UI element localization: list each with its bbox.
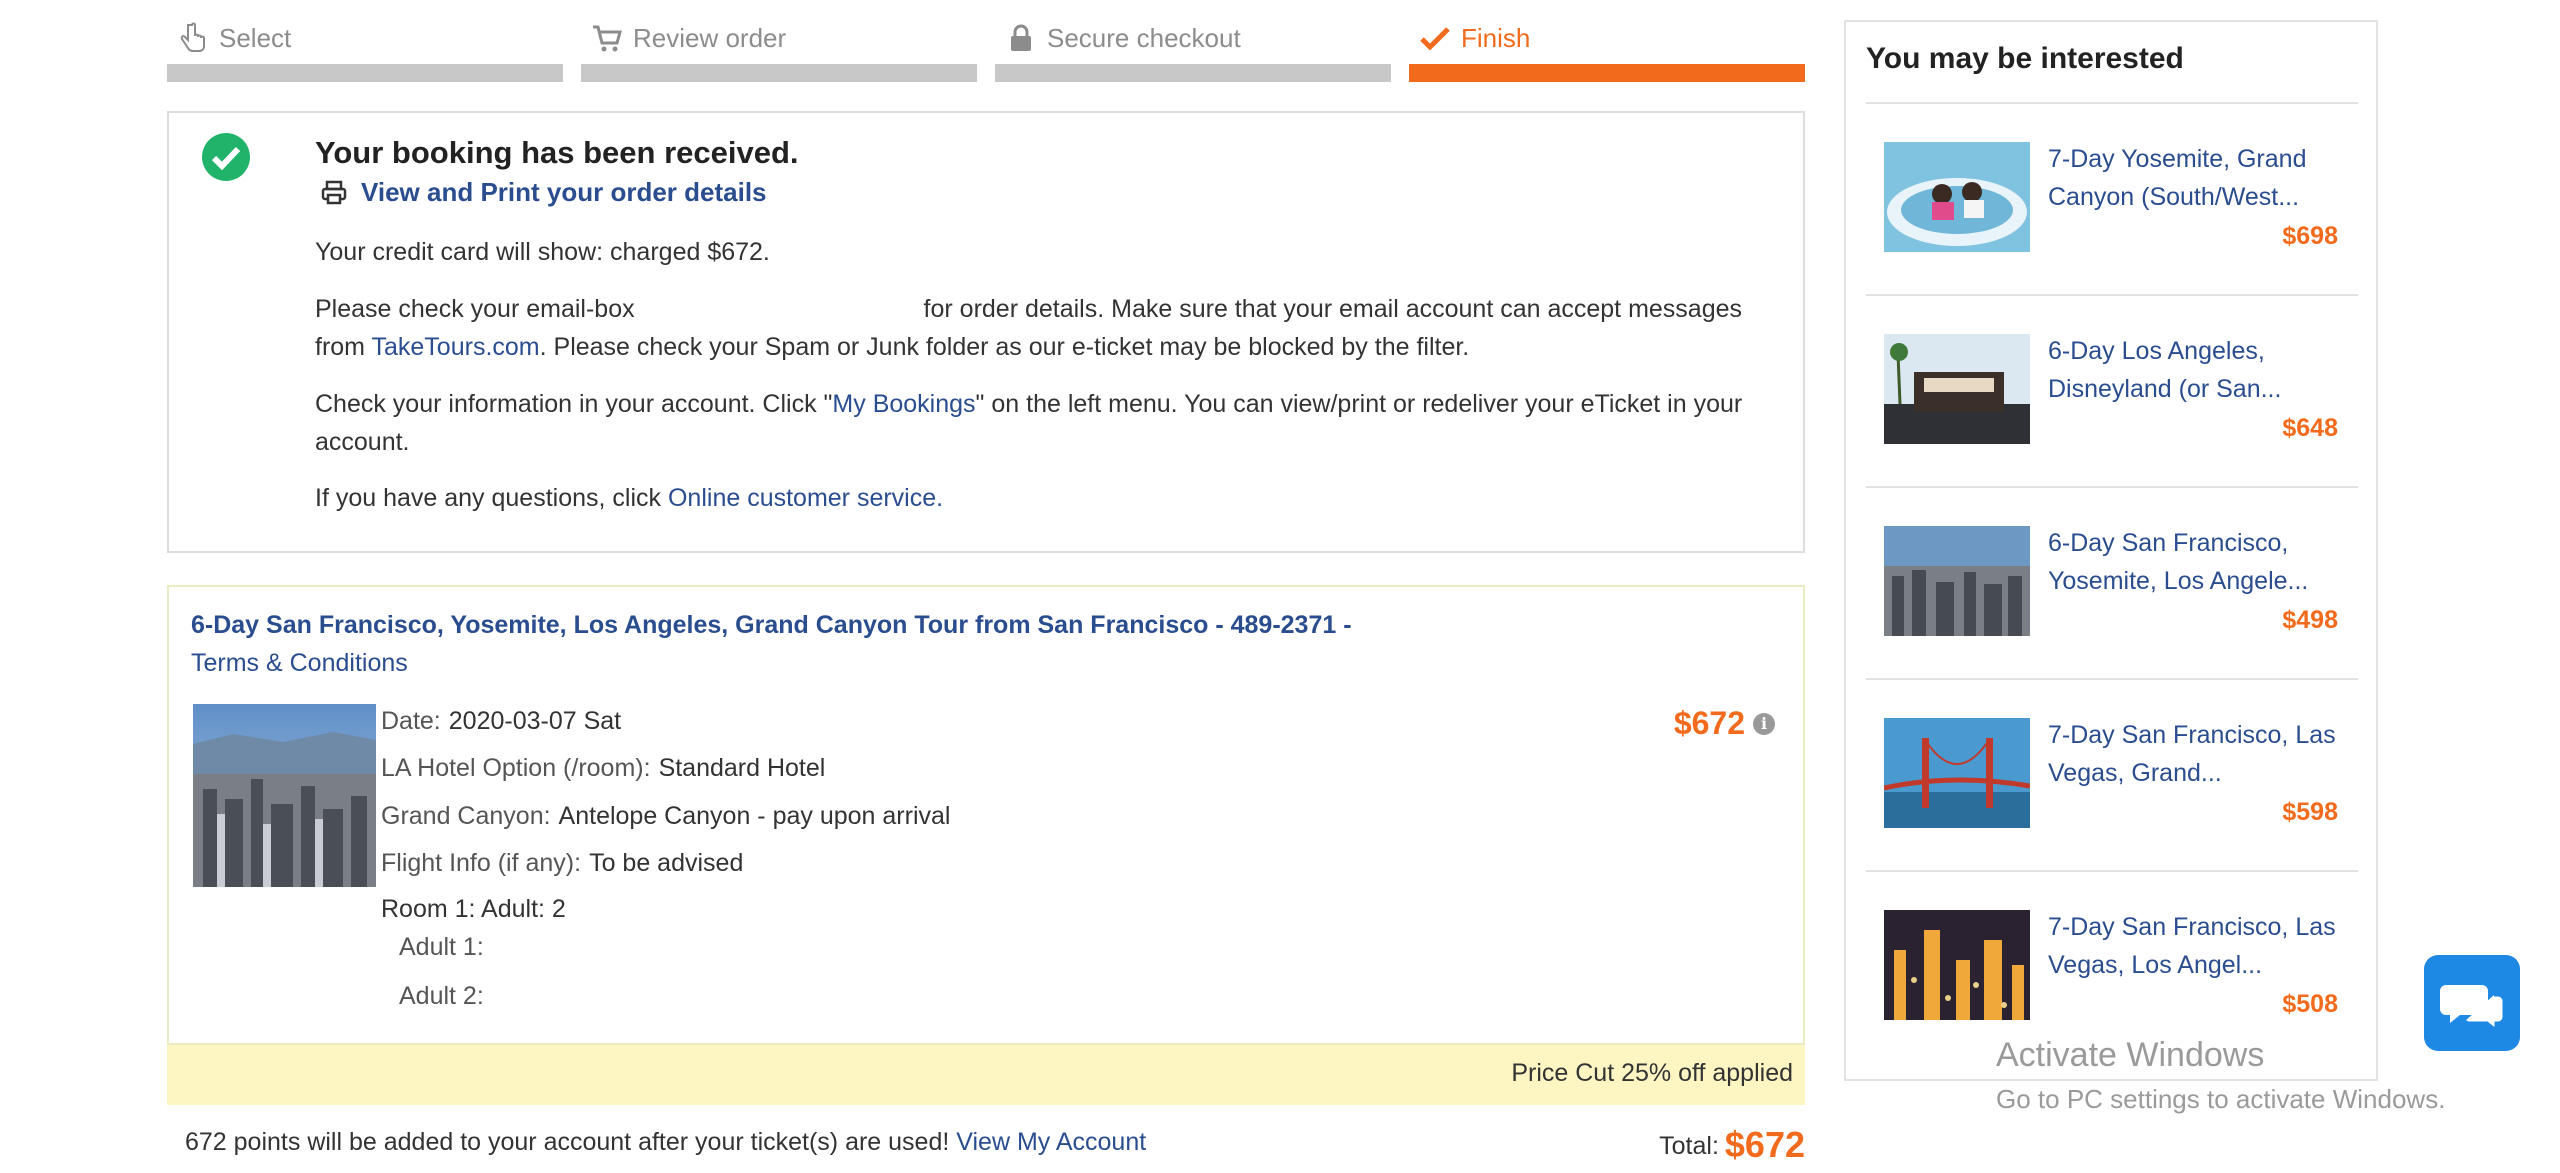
total-value: $672	[1724, 1124, 1805, 1165]
detail-value: 2020-03-07 Sat	[448, 707, 622, 735]
step-select: Select	[167, 20, 563, 82]
recommended-tour-card[interactable]: 7-Day San Francisco, Las Vegas, Grand...…	[1866, 680, 2358, 872]
tour-image	[1884, 910, 2030, 1020]
detail-value: To be advised	[589, 849, 744, 877]
terms-link[interactable]: Terms & Conditions	[191, 649, 408, 678]
price-cut-text: Price Cut 25% off applied	[1511, 1059, 1793, 1087]
printer-icon	[321, 180, 347, 204]
detail-value: Standard Hotel	[658, 754, 826, 782]
success-check-icon	[202, 133, 250, 181]
checkmark-icon	[1420, 27, 1450, 51]
booking-confirmation-panel: Your booking has been received. View and…	[167, 111, 1805, 553]
hand-pointer-icon	[180, 22, 205, 52]
info-icon[interactable]: i	[1753, 712, 1775, 735]
step-bar	[995, 64, 1391, 82]
activate-windows-subtext: Go to PC settings to activate Windows.	[1996, 1084, 2446, 1114]
detail-label: Grand Canyon:	[381, 802, 551, 830]
tour-title-link[interactable]: 6-Day San Francisco, Yosemite, Los Angel…	[191, 611, 1352, 640]
detail-label: LA Hotel Option (/room):	[381, 754, 651, 782]
step-review-order: Review order	[581, 20, 977, 82]
tour-image	[1884, 526, 2030, 636]
detail-label: Date:	[381, 707, 441, 735]
room-summary: Room 1: Adult: 2	[381, 895, 566, 923]
my-bookings-link[interactable]: My Bookings	[832, 390, 975, 418]
step-label: Select	[219, 22, 292, 53]
recommended-tour-card[interactable]: 7-Day Yosemite, Grand Canyon (South/West…	[1866, 104, 2358, 296]
step-secure-checkout: Secure checkout	[995, 20, 1391, 82]
tour-image	[1884, 334, 2030, 444]
checkout-steps: Select Review order Secure checkout Fini…	[167, 20, 1807, 82]
chat-bubbles-icon	[2440, 985, 2506, 1034]
questions-text: If you have any questions, click	[315, 484, 662, 512]
account-text-1: Check your information in your account. …	[315, 390, 833, 418]
customer-service-link[interactable]: Online customer service.	[668, 484, 943, 512]
detail-label: Flight Info (if any):	[381, 849, 582, 877]
detail-hotel: LA Hotel Option (/room): Standard Hotel	[381, 754, 825, 783]
chat-button[interactable]	[2424, 955, 2520, 1051]
tour-name[interactable]: 6-Day San Francisco, Yosemite, Los Angel…	[2048, 524, 2338, 600]
step-bar	[167, 64, 563, 82]
total-label: Total:	[1659, 1132, 1719, 1160]
tour-name[interactable]: 6-Day Los Angeles, Disneyland (or San...	[2048, 332, 2338, 408]
detail-date: Date: 2020-03-07 Sat	[381, 707, 621, 736]
detail-grand-canyon: Grand Canyon: Antelope Canyon - pay upon …	[381, 802, 950, 831]
step-label: Secure checkout	[1047, 22, 1241, 53]
tour-price: $508	[2282, 990, 2338, 1018]
booking-price-value: $672	[1673, 705, 1745, 741]
view-account-link[interactable]: View My Account	[956, 1128, 1146, 1156]
email-text-1: Please check your email-box	[315, 295, 635, 323]
tour-price: $498	[2282, 606, 2338, 634]
account-notice: Check your information in your account. …	[315, 385, 1785, 461]
step-finish: Finish	[1409, 20, 1805, 82]
step-bar	[581, 64, 977, 82]
charge-text: Your credit card will show: charged $672…	[315, 238, 770, 266]
tour-name[interactable]: 7-Day San Francisco, Las Vegas, Grand...	[2048, 716, 2338, 792]
tour-thumbnail	[193, 704, 376, 887]
lock-icon	[1011, 24, 1031, 51]
tour-image	[1884, 718, 2030, 828]
email-notice: Please check your email-box for order de…	[315, 290, 1785, 366]
points-notice: 672 points will be added to your account…	[185, 1128, 1146, 1157]
tour-price: $598	[2282, 798, 2338, 826]
booking-details-panel: 6-Day San Francisco, Yosemite, Los Angel…	[167, 585, 1805, 1045]
recommended-tour-card[interactable]: 6-Day San Francisco, Yosemite, Los Angel…	[1866, 488, 2358, 680]
tour-name[interactable]: 7-Day Yosemite, Grand Canyon (South/West…	[2048, 140, 2338, 216]
tour-price: $698	[2282, 222, 2338, 250]
tour-image	[1884, 142, 2030, 252]
print-order-link[interactable]: View and Print your order details	[321, 177, 767, 208]
step-bar	[1409, 64, 1805, 82]
tour-name[interactable]: 7-Day San Francisco, Las Vegas, Los Ange…	[2048, 908, 2338, 984]
taketours-link[interactable]: TakeTours.com	[372, 333, 540, 361]
confirmation-title: Your booking has been received.	[315, 135, 799, 170]
adult-2-label: Adult 2:	[399, 982, 484, 1010]
price-cut-banner: Price Cut 25% off applied	[167, 1045, 1805, 1105]
points-text: 672 points will be added to your account…	[185, 1128, 950, 1156]
detail-value: Antelope Canyon - pay upon arrival	[558, 802, 951, 830]
step-label: Review order	[633, 22, 787, 53]
activate-windows-watermark: Activate Windows	[1996, 1036, 2265, 1074]
print-order-label[interactable]: View and Print your order details	[361, 177, 767, 208]
detail-flight: Flight Info (if any): To be advised	[381, 849, 743, 878]
recommended-tour-card[interactable]: 6-Day Los Angeles, Disneyland (or San...…	[1866, 296, 2358, 488]
recommendations-sidebar: You may be interested 7-Day Yosemite, Gr…	[1844, 20, 2378, 1081]
tour-price: $648	[2282, 414, 2338, 442]
sidebar-title: You may be interested	[1866, 42, 2184, 75]
cart-icon	[593, 25, 622, 52]
order-total: Total: $672	[1659, 1124, 1805, 1166]
booking-price: $672 i	[1674, 705, 1775, 742]
email-text-3: . Please check your Spam or Junk folder …	[539, 333, 1470, 361]
step-label: Finish	[1461, 22, 1531, 53]
questions-notice: If you have any questions, click Online …	[315, 479, 1785, 517]
adult-1-label: Adult 1:	[399, 933, 484, 961]
